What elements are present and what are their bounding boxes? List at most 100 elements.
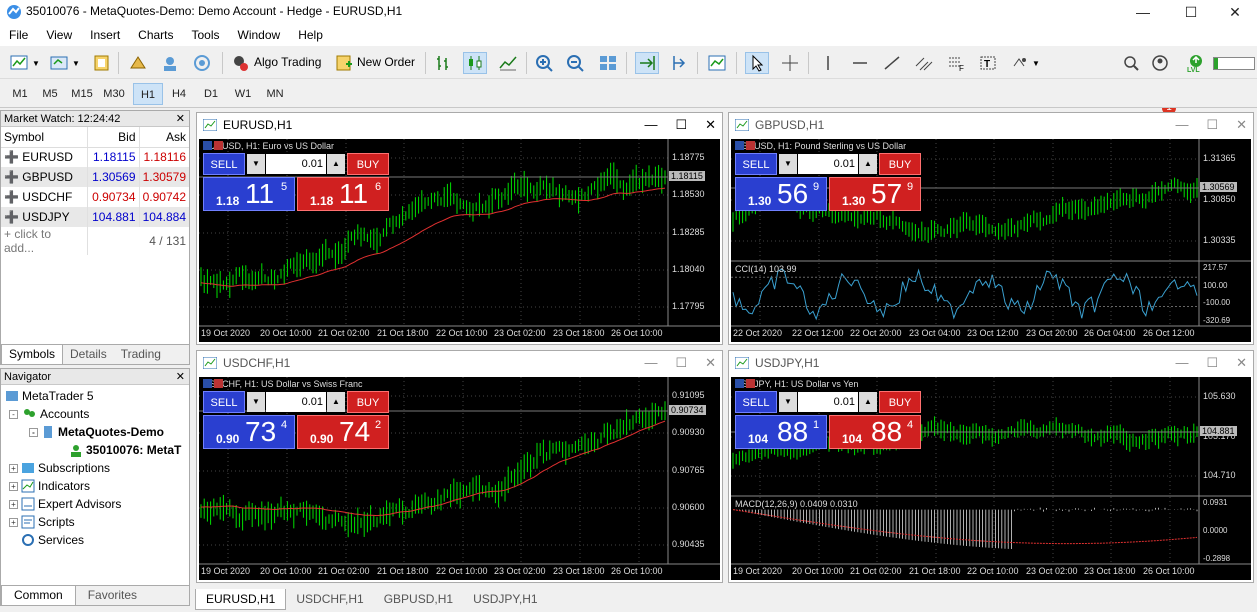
sell-button[interactable]: SELL [735, 153, 777, 175]
tab-eurusd-h1[interactable]: EURUSD,H1 [195, 589, 287, 610]
maximize-icon[interactable]: ☐ [1206, 355, 1236, 370]
nav-item-account[interactable]: 35010076: MetaT [69, 443, 181, 457]
maximize-icon[interactable]: ☐ [675, 117, 705, 132]
add-symbol-cell[interactable]: + click to add... [1, 227, 88, 255]
new-order-icon[interactable] [332, 52, 356, 74]
timeframe-m1[interactable]: M1 [5, 83, 35, 105]
vertical-line-icon[interactable] [816, 52, 840, 74]
lot-input[interactable]: 0.01 [266, 154, 326, 174]
lot-input[interactable]: 0.01 [798, 392, 858, 412]
timeframe-m15[interactable]: M15 [67, 83, 97, 105]
chart-window-header[interactable]: EURUSD,H1 —☐✕ [197, 113, 722, 137]
chart-window-header[interactable]: GBPUSD,H1 —☐✕ [729, 113, 1253, 137]
horizontal-line-icon[interactable] [848, 52, 872, 74]
menu-insert[interactable]: Insert [81, 24, 129, 46]
timeframe-mn[interactable]: MN [260, 83, 290, 105]
timeframe-d1[interactable]: D1 [196, 83, 226, 105]
timeframe-m30[interactable]: M30 [99, 83, 129, 105]
table-row[interactable]: + click to add... 4 / 131 [1, 227, 189, 255]
expand-icon[interactable]: + [9, 463, 18, 473]
tab-common[interactable]: Common [1, 586, 76, 606]
chart-window-gbpusd[interactable]: GBPUSD,H1 —☐✕ 1.31365 1.30850 1.30335 1.305… [728, 112, 1254, 345]
buy-price-button[interactable]: 104 88 4 [829, 415, 921, 449]
fibonacci-icon[interactable]: F [944, 52, 968, 74]
menu-tools[interactable]: Tools [183, 24, 229, 46]
buy-price-button[interactable]: 1.30 57 9 [829, 177, 921, 211]
minimize-button[interactable]: — [1120, 0, 1166, 24]
timeframe-w1[interactable]: W1 [228, 83, 258, 105]
minimize-icon[interactable]: — [1175, 355, 1206, 370]
table-row[interactable]: ➕ USDCHF 0.90734 0.90742 [1, 187, 189, 207]
indicators-icon[interactable] [705, 52, 729, 74]
buy-button[interactable]: BUY [879, 153, 921, 175]
timeframe-h4[interactable]: H4 [164, 83, 194, 105]
maximize-button[interactable]: ☐ [1168, 0, 1214, 24]
menu-help[interactable]: Help [289, 24, 332, 46]
table-row[interactable]: ➕ USDJPY 104.881 104.884 [1, 207, 189, 227]
tab-favorites[interactable]: Favorites [76, 586, 149, 605]
lot-increase-button[interactable]: ▲ [859, 154, 877, 174]
vps-icon[interactable] [190, 52, 214, 74]
lot-input[interactable]: 0.01 [266, 392, 326, 412]
price-chart[interactable]: 105.630 105.170 104.710 104.881 19 Oct 2020 2… [731, 377, 1251, 580]
crosshair-icon[interactable] [778, 52, 802, 74]
nav-item-metatrader[interactable]: MetaTrader 5 [5, 389, 94, 403]
signals-icon[interactable] [158, 52, 182, 74]
table-row[interactable]: ➕ GBPUSD 1.30569 1.30579 [1, 167, 189, 187]
new-order-button[interactable]: New Order [357, 55, 415, 69]
templates-icon[interactable] [90, 52, 114, 74]
lot-decrease-button[interactable]: ▼ [247, 154, 265, 174]
sell-button[interactable]: SELL [735, 391, 777, 413]
lot-input[interactable]: 0.01 [798, 154, 858, 174]
price-chart[interactable]: 0.91095 0.90930 0.90765 0.90600 0.90435 0.907… [199, 377, 720, 580]
menu-window[interactable]: Window [229, 24, 290, 46]
tab-usdjpy-h1[interactable]: USDJPY,H1 [463, 589, 547, 609]
chart-window-eurusd[interactable]: EURUSD,H1 —☐✕ 1.18775 1.18530 1.18285 1.180… [196, 112, 723, 345]
table-row[interactable]: ➕ EURUSD 1.18115 1.18116 [1, 147, 189, 167]
menu-view[interactable]: View [37, 24, 81, 46]
nav-item-accounts[interactable]: - Accounts [9, 407, 89, 421]
nav-item-expert-advisors[interactable]: + Expert Advisors [9, 497, 121, 511]
candlestick-icon[interactable] [463, 52, 487, 74]
close-icon[interactable]: ✕ [705, 355, 716, 370]
menu-charts[interactable]: Charts [129, 24, 182, 46]
close-icon[interactable]: ✕ [1236, 117, 1247, 132]
new-chart-icon[interactable] [8, 52, 32, 74]
minimize-icon[interactable]: — [644, 355, 675, 370]
tile-windows-icon[interactable] [596, 52, 620, 74]
algo-trading-button[interactable]: Algo Trading [254, 55, 321, 69]
nav-item-indicators[interactable]: + Indicators [9, 479, 90, 493]
chart-window-usdchf[interactable]: USDCHF,H1 —☐✕ 0.91095 0.90930 0.90765 0.906… [196, 350, 723, 583]
chevron-down-icon[interactable]: ▼ [70, 52, 82, 74]
auto-scroll-icon[interactable] [635, 52, 659, 74]
account-icon[interactable] [1150, 52, 1174, 74]
profiles-icon[interactable] [48, 52, 72, 74]
chart-window-header[interactable]: USDCHF,H1 —☐✕ [197, 351, 722, 375]
lot-increase-button[interactable]: ▲ [859, 392, 877, 412]
lot-decrease-button[interactable]: ▼ [779, 392, 797, 412]
close-icon[interactable]: ✕ [1236, 355, 1247, 370]
sell-price-button[interactable]: 0.90 73 4 [203, 415, 295, 449]
chart-shift-icon[interactable] [667, 52, 691, 74]
price-chart[interactable]: 1.31365 1.30850 1.30335 1.30569 22 Oct 2020 2… [731, 139, 1251, 342]
close-button[interactable]: ✕ [1212, 0, 1257, 24]
trendline-icon[interactable] [880, 52, 904, 74]
tab-details[interactable]: Details [63, 345, 114, 364]
close-icon[interactable]: ✕ [176, 111, 185, 127]
nav-item-subscriptions[interactable]: + Subscriptions [9, 461, 110, 475]
expand-icon[interactable]: + [9, 481, 18, 491]
shapes-icon[interactable] [1008, 52, 1032, 74]
search-icon[interactable] [1120, 52, 1144, 74]
buy-button[interactable]: BUY [347, 153, 389, 175]
column-symbol[interactable]: Symbol [1, 127, 88, 148]
maximize-icon[interactable]: ☐ [675, 355, 705, 370]
zoom-out-icon[interactable] [564, 52, 588, 74]
timeframe-m5[interactable]: M5 [35, 83, 65, 105]
lot-decrease-button[interactable]: ▼ [779, 154, 797, 174]
equidistant-channel-icon[interactable] [912, 52, 936, 74]
price-chart[interactable]: 1.18775 1.18530 1.18285 1.18040 1.17795 1.181… [199, 139, 720, 342]
tab-gbpusd-h1[interactable]: GBPUSD,H1 [374, 589, 463, 609]
buy-button[interactable]: BUY [347, 391, 389, 413]
expand-icon[interactable]: + [9, 499, 18, 509]
lot-increase-button[interactable]: ▲ [327, 154, 345, 174]
